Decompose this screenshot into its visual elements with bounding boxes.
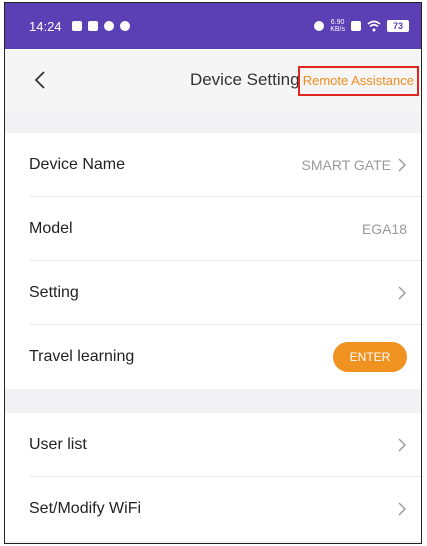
network-speed: 6.90 KB/s [330,19,345,33]
chevron-right-icon [398,158,406,171]
chevron-right-icon [398,438,406,451]
model-value: EGA18 [361,220,407,237]
setting-row[interactable]: Setting [29,261,421,325]
data-saver-icon [314,21,325,31]
model-row: Model EGA18 [29,197,421,261]
setting-label: Setting [29,283,79,301]
model-right: EGA18 [362,221,407,237]
chevron-right-icon [398,286,406,299]
remote-assistance-button[interactable]: Remote Assistance [297,66,419,96]
user-list-label: User list [29,435,87,453]
wifi-settings-row[interactable]: Set/Modify WiFi [29,477,421,541]
section-spacer [5,111,421,133]
phone-screen: 14:24 6.90 KB/s 73 Device Settings Remot… [4,2,422,544]
travel-learning-label: Travel learning [29,348,135,365]
message-icon [119,21,130,31]
chevron-right-icon [398,502,406,516]
network-group: User list Set/Modify WiFi [5,413,421,541]
user-list-row[interactable]: User list [29,413,421,477]
status-bar: 14:24 6.90 KB/s 73 [5,3,421,49]
battery-indicator: 73 [387,20,409,32]
device-name-right: SMART GATE [302,157,407,173]
status-bar-right: 6.90 KB/s 73 [314,19,409,33]
device-name-label: Device Name [29,155,126,173]
device-name-row[interactable]: Device Name SMART GATE [29,133,421,197]
status-bar-left: 14:24 [29,19,130,34]
record-icon [103,21,114,31]
status-time: 14:24 [29,18,62,34]
notification-app-icon [87,21,98,31]
section-spacer [5,389,421,413]
setting-right [397,285,407,301]
model-label: Model [29,219,73,237]
tiktok-icon [71,21,82,31]
sim-icon [351,21,361,31]
device-info-group: Device Name SMART GATE Model EGA18 Setti… [5,133,421,389]
nav-bar: Device Settings Remote Assistance [5,49,421,111]
travel-learning-row: Travel learning ENTER [29,325,421,389]
wifi-settings-label: Set/Modify WiFi [29,500,142,517]
device-name-value: SMART GATE [301,156,391,173]
wifi-icon [367,20,381,32]
enter-button[interactable]: ENTER [333,342,407,372]
